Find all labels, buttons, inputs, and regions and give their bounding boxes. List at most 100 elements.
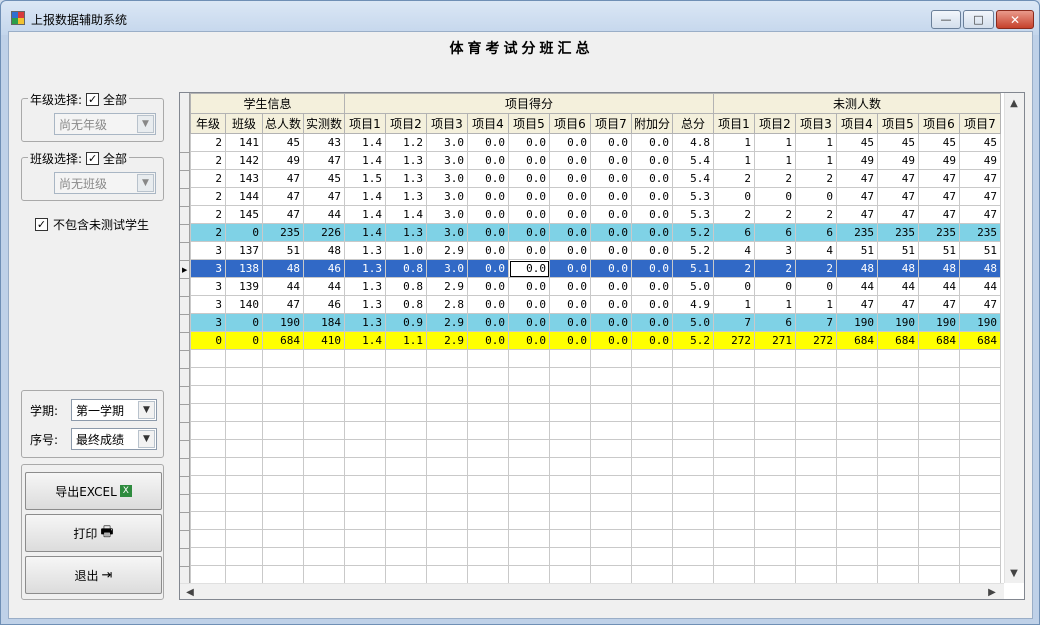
empty-cell[interactable]: [836, 547, 878, 566]
table-cell[interactable]: 0.0: [467, 205, 509, 224]
empty-cell[interactable]: [385, 421, 427, 440]
table-cell[interactable]: 1: [754, 151, 796, 170]
empty-cell[interactable]: [713, 457, 755, 476]
table-cell[interactable]: 2: [190, 151, 226, 170]
table-cell[interactable]: 6: [713, 223, 755, 242]
empty-cell[interactable]: [467, 475, 509, 494]
row-header[interactable]: [180, 369, 190, 387]
table-cell[interactable]: 0.0: [590, 313, 632, 332]
empty-cell[interactable]: [672, 493, 714, 512]
vertical-scrollbar[interactable]: ▲ ▼: [1004, 93, 1024, 583]
empty-cell[interactable]: [836, 367, 878, 386]
empty-cell[interactable]: [426, 457, 468, 476]
empty-cell[interactable]: [344, 439, 386, 458]
table-cell[interactable]: 48: [262, 259, 304, 278]
empty-cell[interactable]: [262, 349, 304, 368]
empty-cell[interactable]: [754, 475, 796, 494]
table-cell[interactable]: 47: [262, 187, 304, 206]
table-cell[interactable]: 4.9: [672, 295, 714, 314]
empty-cell[interactable]: [631, 457, 673, 476]
table-cell[interactable]: 0.0: [549, 169, 591, 188]
table-cell[interactable]: 1: [713, 133, 755, 152]
table-row[interactable]: 2 144 47 47 1.4 1.3 3.0 0.0 0.0 0.0 0.0 0.0 5.3 0 0 0 47…: [190, 187, 1001, 206]
empty-cell[interactable]: [549, 367, 591, 386]
table-cell[interactable]: 4.8: [672, 133, 714, 152]
empty-cell[interactable]: [508, 403, 550, 422]
empty-cell[interactable]: [795, 349, 837, 368]
table-cell[interactable]: 2: [190, 133, 226, 152]
table-cell[interactable]: 3.0: [426, 205, 468, 224]
empty-cell[interactable]: [672, 367, 714, 386]
empty-cell[interactable]: [877, 385, 919, 404]
empty-cell[interactable]: [303, 349, 345, 368]
empty-cell[interactable]: [795, 511, 837, 530]
column-header[interactable]: 项目6: [549, 113, 591, 134]
empty-cell[interactable]: [959, 403, 1001, 422]
table-cell[interactable]: 0.0: [508, 169, 550, 188]
empty-cell[interactable]: [959, 493, 1001, 512]
row-header[interactable]: [180, 387, 190, 405]
empty-cell[interactable]: [959, 385, 1001, 404]
table-cell[interactable]: 0.0: [549, 151, 591, 170]
empty-cell[interactable]: [344, 493, 386, 512]
empty-cell[interactable]: [754, 457, 796, 476]
empty-cell[interactable]: [508, 493, 550, 512]
table-cell[interactable]: 0.0: [590, 295, 632, 314]
table-cell[interactable]: 0.0: [508, 277, 550, 296]
empty-cell[interactable]: [713, 475, 755, 494]
empty-cell[interactable]: [344, 511, 386, 530]
empty-cell[interactable]: [713, 349, 755, 368]
table-cell[interactable]: 47: [303, 151, 345, 170]
empty-cell[interactable]: [631, 529, 673, 548]
empty-cell[interactable]: [918, 493, 960, 512]
table-cell[interactable]: 684: [918, 331, 960, 350]
table-cell[interactable]: 2: [795, 205, 837, 224]
empty-cell[interactable]: [344, 565, 386, 584]
empty-cell[interactable]: [795, 565, 837, 584]
empty-cell[interactable]: [631, 511, 673, 530]
table-cell[interactable]: 0.0: [508, 241, 550, 260]
empty-cell[interactable]: [225, 421, 263, 440]
chevron-down-icon[interactable]: ▼: [138, 430, 155, 448]
empty-cell[interactable]: [672, 511, 714, 530]
table-cell[interactable]: 0.0: [467, 331, 509, 350]
empty-row[interactable]: [190, 493, 1001, 512]
scroll-up-icon[interactable]: ▲: [1006, 95, 1022, 111]
empty-cell[interactable]: [225, 349, 263, 368]
empty-cell[interactable]: [508, 565, 550, 584]
empty-cell[interactable]: [225, 439, 263, 458]
table-cell[interactable]: 5.2: [672, 331, 714, 350]
empty-cell[interactable]: [549, 565, 591, 584]
empty-cell[interactable]: [590, 529, 632, 548]
empty-cell[interactable]: [795, 547, 837, 566]
empty-cell[interactable]: [631, 475, 673, 494]
table-cell[interactable]: 0.0: [467, 259, 509, 278]
empty-cell[interactable]: [303, 385, 345, 404]
empty-cell[interactable]: [631, 565, 673, 584]
table-row[interactable]: 2 141 45 43 1.4 1.2 3.0 0.0 0.0 0.0 0.0 0.0 4.8 1 1 1 45…: [190, 133, 1001, 152]
empty-cell[interactable]: [918, 349, 960, 368]
row-header[interactable]: [180, 477, 190, 495]
table-cell[interactable]: 47: [877, 169, 919, 188]
empty-cell[interactable]: [190, 385, 226, 404]
empty-cell[interactable]: [877, 529, 919, 548]
empty-cell[interactable]: [385, 475, 427, 494]
table-cell[interactable]: 51: [877, 241, 919, 260]
empty-cell[interactable]: [836, 439, 878, 458]
empty-cell[interactable]: [262, 457, 304, 476]
table-cell[interactable]: 141: [225, 133, 263, 152]
table-cell[interactable]: 0.0: [508, 331, 550, 350]
empty-cell[interactable]: [467, 529, 509, 548]
table-cell[interactable]: 684: [959, 331, 1001, 350]
empty-cell[interactable]: [190, 367, 226, 386]
table-cell[interactable]: 0.0: [590, 151, 632, 170]
table-cell[interactable]: 184: [303, 313, 345, 332]
table-row[interactable]: 3 138 48 46 1.3 0.8 3.0 0.0 0.0 0.0 0.0 0.0 5.1 2 2 2 48…: [190, 259, 1001, 278]
empty-cell[interactable]: [467, 493, 509, 512]
empty-cell[interactable]: [754, 349, 796, 368]
empty-cell[interactable]: [385, 547, 427, 566]
table-cell[interactable]: 45: [918, 133, 960, 152]
empty-cell[interactable]: [190, 349, 226, 368]
column-header[interactable]: 项目5: [877, 113, 919, 134]
maximize-button[interactable]: □: [963, 10, 994, 29]
